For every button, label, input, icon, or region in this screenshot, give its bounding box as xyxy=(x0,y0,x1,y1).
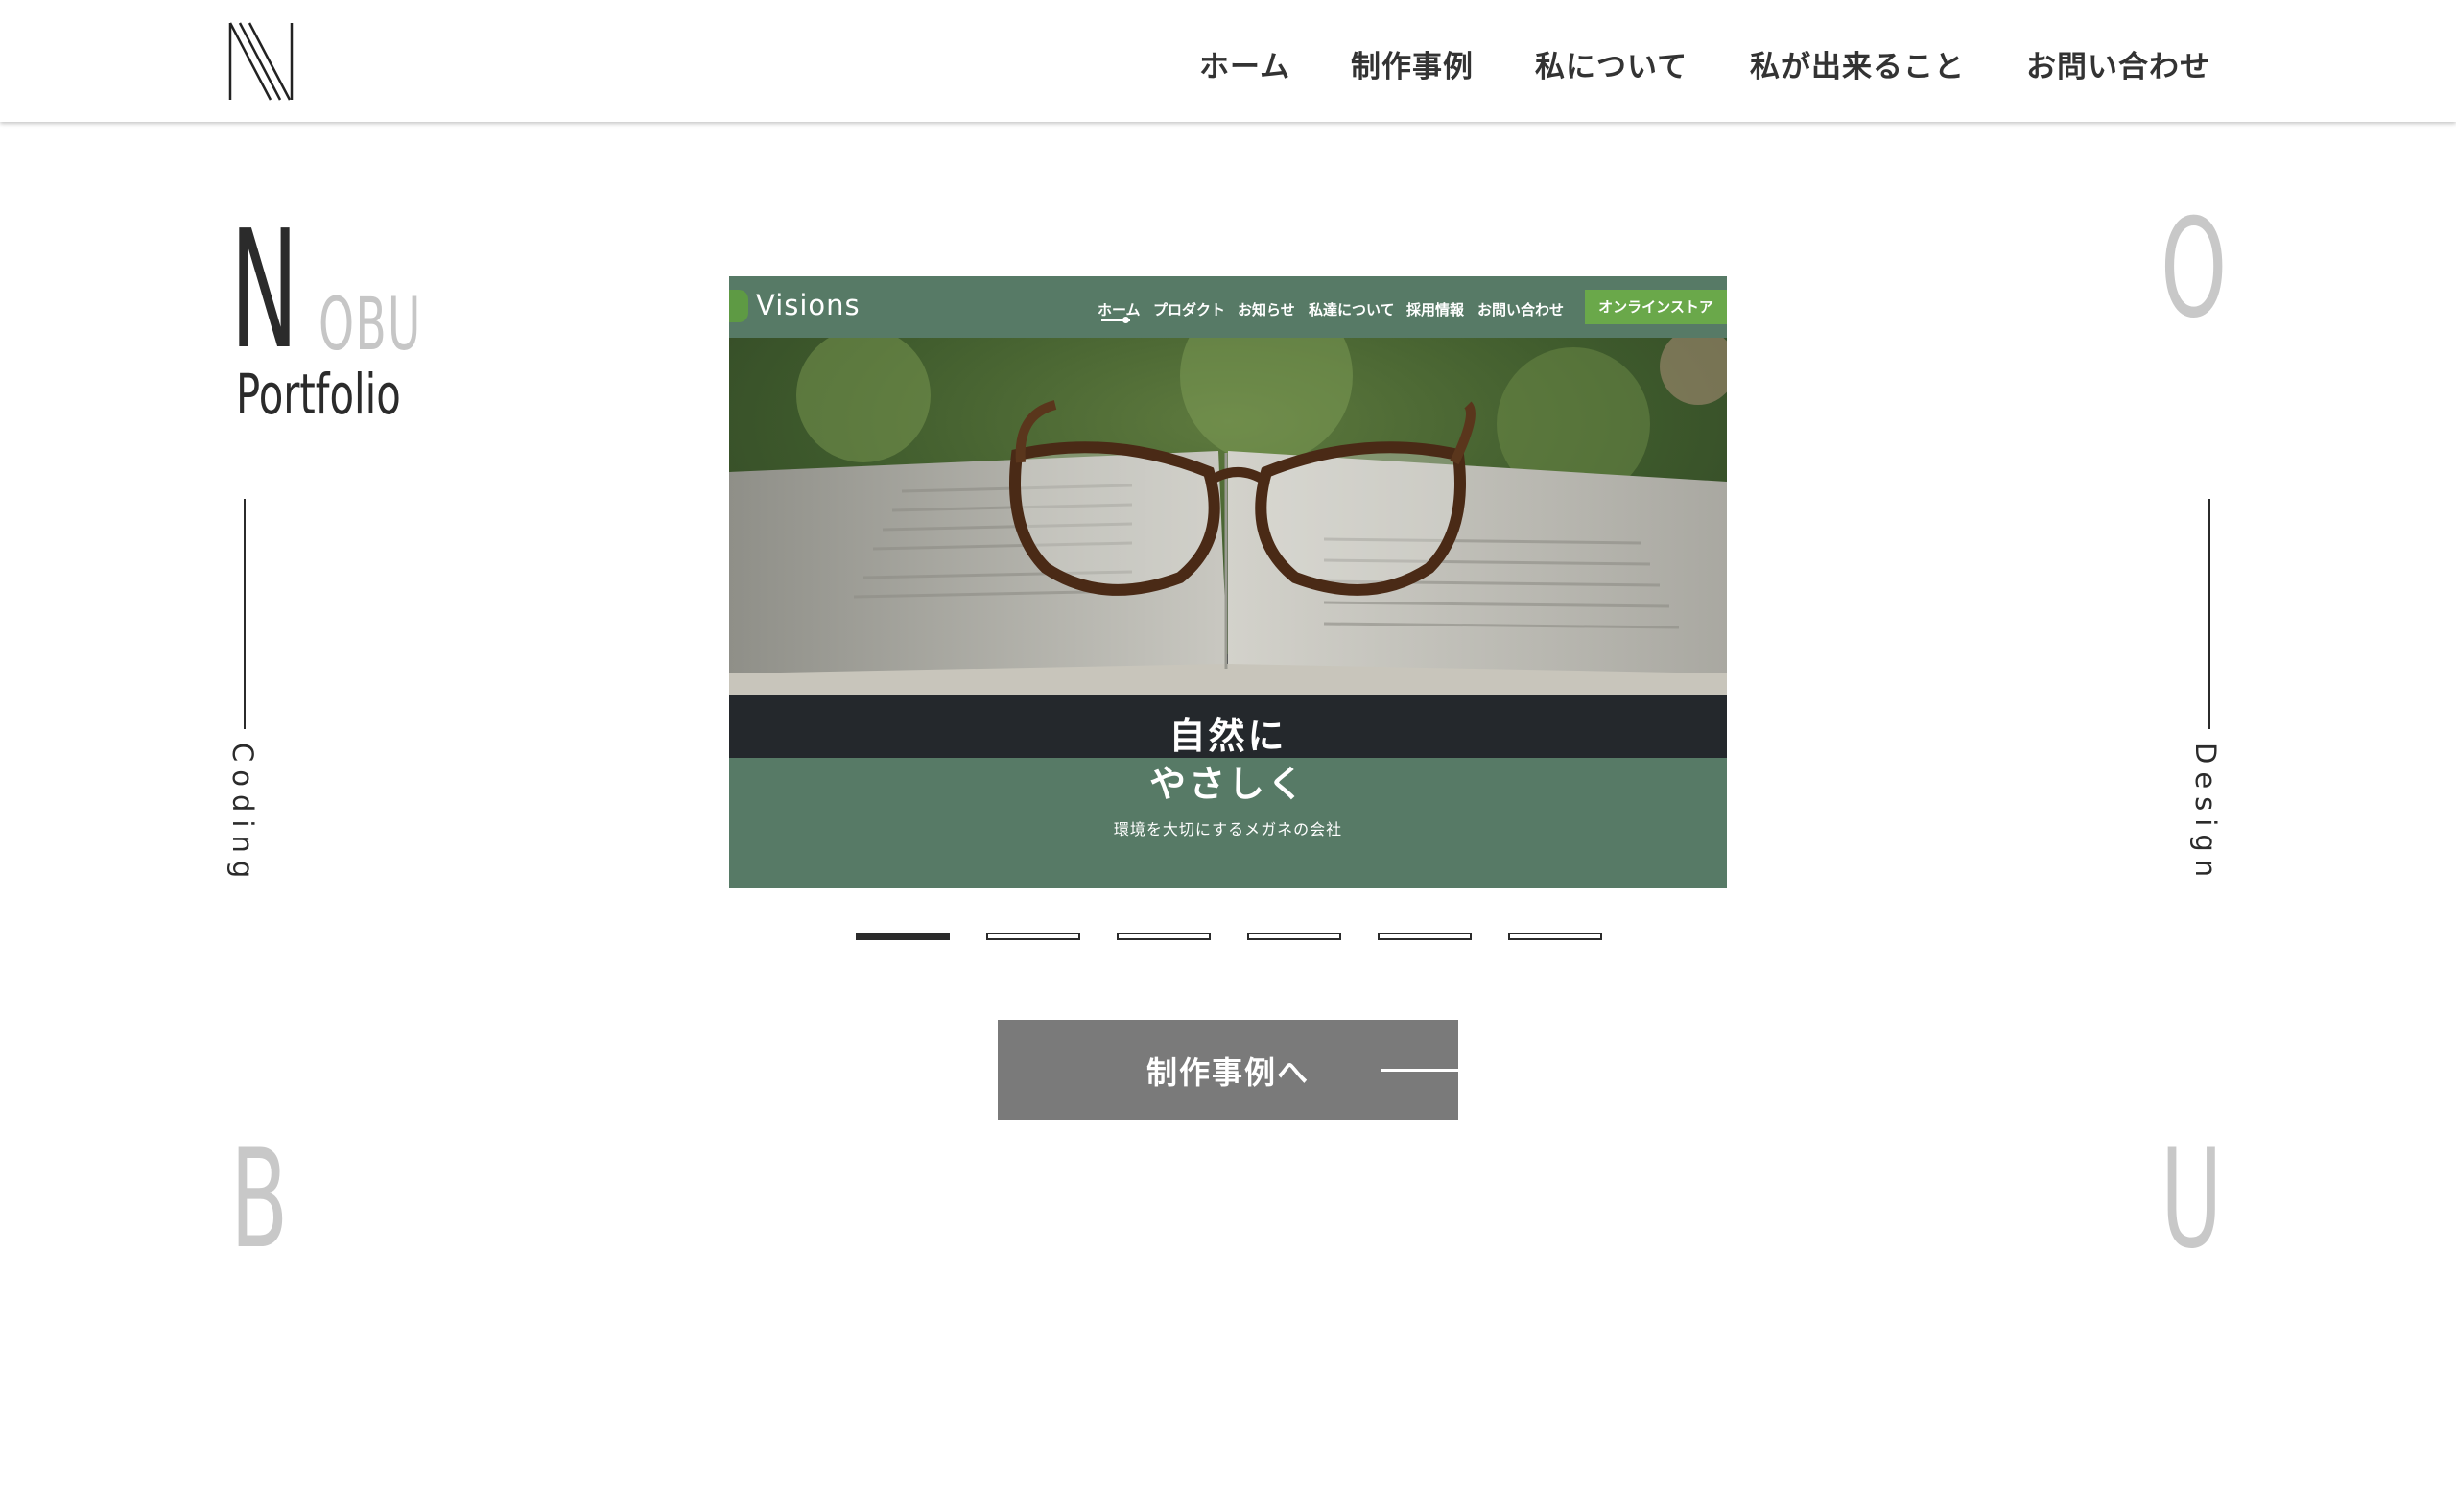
slide-headline-line2: やさしく xyxy=(1148,763,1307,805)
pager-dot-2[interactable] xyxy=(986,933,1080,940)
slide-nav-item: ホーム xyxy=(1098,301,1141,319)
glasses-on-book-photo xyxy=(729,338,1727,758)
nav-contact[interactable]: お問い合わせ xyxy=(2026,42,2210,85)
nav-works[interactable]: 制作事例 xyxy=(1351,42,1474,85)
corner-letter-bottom-right: U xyxy=(2161,1121,2223,1279)
corner-letter-bottom-left: B xyxy=(230,1121,289,1279)
slider-pagination xyxy=(0,933,2456,944)
coding-label: Coding xyxy=(226,743,259,886)
slide-nav-item: 採用情報 xyxy=(1406,301,1465,319)
slide-site-logo: Visions xyxy=(756,289,861,321)
cta-arrow-line xyxy=(1382,1069,1458,1072)
right-divider-line xyxy=(2208,499,2210,729)
design-label: Design xyxy=(2189,743,2222,886)
slide-nav-item: お問い合わせ xyxy=(1477,301,1565,319)
works-slide[interactable]: Visions ホーム プロダクト お知らせ 私達について 採用情報 お問い合わ… xyxy=(729,276,1727,888)
slide-nav-dot xyxy=(1122,317,1129,323)
site-header: ホーム 制作事例 私について 私が出来ること お問い合わせ xyxy=(0,0,2456,122)
nav-skills[interactable]: 私が出来ること xyxy=(1750,42,1965,85)
slide-site-header: Visions ホーム プロダクト お知らせ 私達について 採用情報 お問い合わ… xyxy=(729,276,1727,338)
corner-letter-top-right: O xyxy=(2161,190,2228,348)
pager-dot-6[interactable] xyxy=(1508,933,1602,940)
main-nav: ホーム 制作事例 私について 私が出来ること お問い合わせ xyxy=(0,0,2456,122)
slide-nav-item: 私達について xyxy=(1309,301,1395,319)
hero-subtitle: Portfolio xyxy=(236,362,401,427)
hero-letter-suffix: OBU xyxy=(319,281,422,366)
nav-about[interactable]: 私について xyxy=(1535,42,1688,85)
works-cta-button[interactable]: 制作事例へ xyxy=(998,1020,1458,1120)
leaf-icon xyxy=(729,290,748,322)
pager-dot-4[interactable] xyxy=(1247,933,1341,940)
left-divider-line xyxy=(244,499,246,729)
pager-dot-3[interactable] xyxy=(1117,933,1211,940)
slide-store-button: オンラインストア xyxy=(1585,290,1727,324)
nav-home[interactable]: ホーム xyxy=(1199,42,1290,85)
slide-headline-line1: 自然に xyxy=(1169,715,1287,757)
pager-dot-5[interactable] xyxy=(1378,933,1472,940)
slide-nav-item: お知らせ xyxy=(1238,301,1295,319)
slide-tagline: 環境を大切にするメガネの会社 xyxy=(1113,820,1343,839)
pager-dot-1[interactable] xyxy=(856,933,950,940)
slide-nav-item: プロダクト xyxy=(1153,301,1226,319)
hero-big-letter: N xyxy=(230,196,298,386)
